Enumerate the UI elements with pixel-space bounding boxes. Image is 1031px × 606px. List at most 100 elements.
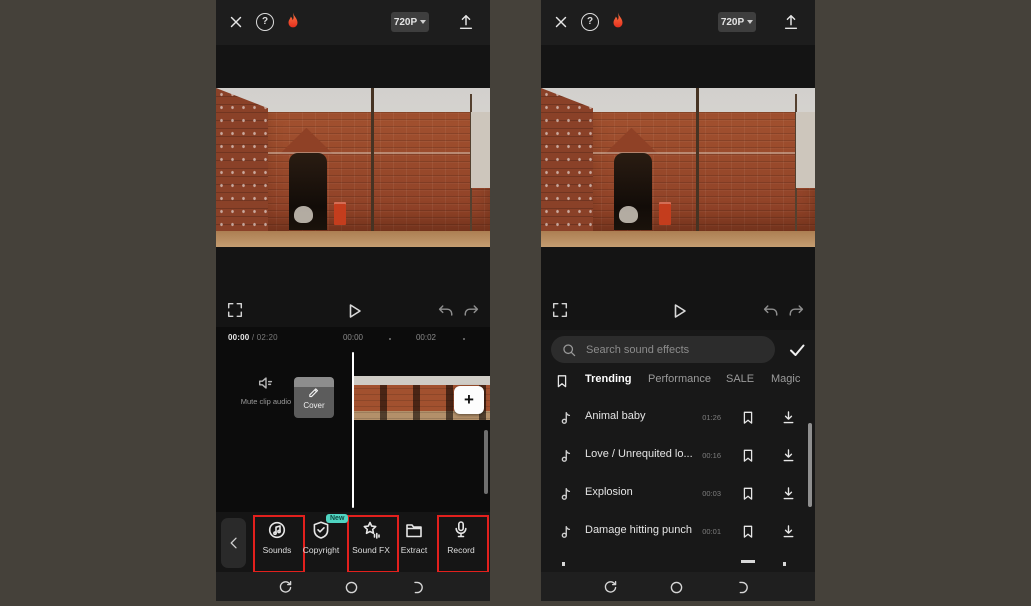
redo-icon[interactable] [463, 302, 481, 320]
video-preview[interactable] [216, 88, 490, 247]
nav-back-icon[interactable] [602, 579, 619, 596]
cover-label: Cover [303, 401, 325, 410]
audio-toolbar: Sounds Copyright Sound FX Extract Record [216, 512, 490, 573]
play-icon[interactable] [344, 300, 364, 322]
download-icon[interactable] [780, 447, 797, 464]
resolution-button[interactable]: 720P [391, 12, 429, 32]
pencil-icon [309, 388, 319, 398]
phone-screenshot-sound-effects: ? 720P Search sound effects Trending Per… [541, 0, 815, 601]
bookmark-icon[interactable] [740, 485, 756, 502]
toolbar-item-copyright[interactable]: Copyright [296, 520, 346, 566]
close-icon[interactable] [227, 13, 245, 31]
distant-light-patch [795, 111, 815, 189]
bookmark-icon[interactable] [740, 523, 756, 540]
ruler-tick: 00:02 [415, 333, 437, 342]
playhead[interactable] [352, 352, 354, 508]
tab-magic[interactable]: Magic [771, 373, 800, 385]
tab-sale[interactable]: SALE [726, 373, 754, 385]
sound-duration: 00:03 [702, 489, 721, 498]
undo-icon[interactable] [761, 302, 779, 320]
sandy-ground [216, 231, 490, 247]
toolbar-item-extract[interactable]: Extract [389, 520, 439, 566]
nav-home-icon[interactable] [668, 579, 685, 596]
wood-pole [370, 88, 375, 232]
confirm-check-icon[interactable] [787, 340, 807, 360]
close-icon[interactable] [552, 13, 570, 31]
sound-list-item[interactable]: Damage hitting punch 00:01 [541, 512, 815, 550]
android-nav-bar [216, 572, 490, 601]
favorites-bookmark-icon[interactable] [554, 372, 570, 390]
flame-icon[interactable] [284, 11, 302, 33]
help-icon[interactable]: ? [581, 13, 599, 31]
add-clip-button[interactable]: + [454, 386, 484, 414]
cover-button[interactable]: Cover [294, 377, 334, 418]
category-tabs: Trending Performance SALE Magic [541, 368, 815, 394]
music-note-icon [561, 412, 571, 424]
play-icon[interactable] [669, 300, 689, 322]
help-icon[interactable]: ? [256, 13, 274, 31]
nav-recents-icon[interactable] [734, 579, 751, 596]
sound-list-item[interactable]: Animal baby 01:26 [541, 398, 815, 436]
sound-name: Animal baby [585, 410, 646, 422]
nav-back-icon[interactable] [277, 579, 294, 596]
fullscreen-icon[interactable] [551, 301, 569, 319]
tab-performance[interactable]: Performance [648, 373, 711, 385]
resolution-label: 720P [720, 16, 745, 28]
mute-clip-audio-label: Mute clip audio [240, 397, 292, 406]
distant-light-patch [470, 111, 490, 189]
fullscreen-icon[interactable] [226, 301, 244, 319]
toolbar-label-sounds: Sounds [262, 545, 292, 555]
nav-recents-icon[interactable] [409, 579, 426, 596]
timeline-scrollbar[interactable] [484, 430, 488, 494]
download-icon[interactable] [780, 485, 797, 502]
timecode-current: 00:00 [228, 333, 250, 342]
sound-duration: 00:16 [702, 451, 721, 460]
bookmark-icon[interactable] [740, 447, 756, 464]
toolbar-back-button[interactable] [221, 518, 246, 568]
resolution-button[interactable]: 720P [718, 12, 756, 32]
mute-clip-audio-button[interactable]: Mute clip audio [234, 375, 298, 406]
partial-row-note [562, 562, 565, 566]
sound-effects-list: Animal baby 01:26 Love / Unrequited lo..… [541, 398, 815, 552]
redo-icon[interactable] [788, 302, 806, 320]
download-icon[interactable] [780, 409, 797, 426]
extract-folder-icon [406, 524, 422, 538]
side-wall [216, 88, 269, 233]
microphone-icon [455, 521, 467, 538]
ruler-tick: 00:00 [342, 333, 364, 342]
bookmark-icon[interactable] [740, 409, 756, 426]
sound-list-item[interactable]: Explosion 00:03 [541, 474, 815, 512]
sound-duration: 00:01 [702, 527, 721, 536]
export-icon[interactable] [457, 12, 475, 32]
tab-trending[interactable]: Trending [585, 373, 631, 385]
top-bar: ? 720P [216, 0, 490, 45]
partial-row-bookmark [741, 560, 755, 563]
sound-name: Love / Unrequited lo... [585, 448, 693, 460]
nav-home-icon[interactable] [343, 579, 360, 596]
player-controls [216, 295, 490, 327]
side-wall [541, 88, 594, 233]
download-icon[interactable] [780, 523, 797, 540]
list-scrollbar[interactable] [808, 423, 812, 507]
phone-screenshot-editor: ? 720P 00:00 / 02:20 00:00 00:02 Mute cl… [216, 0, 490, 601]
search-input[interactable] [584, 342, 765, 357]
partial-row-download [783, 562, 786, 566]
android-nav-bar [541, 572, 815, 601]
video-preview[interactable] [541, 88, 815, 247]
toolbar-item-sounds[interactable]: Sounds [252, 520, 302, 566]
player-controls [541, 295, 815, 327]
undo-icon[interactable] [436, 302, 454, 320]
search-icon [563, 343, 576, 356]
export-icon[interactable] [782, 12, 800, 32]
chevron-left-icon [230, 537, 237, 549]
toolbar-item-record[interactable]: Record [436, 520, 486, 566]
red-cooler [333, 202, 347, 225]
sounds-icon [268, 521, 286, 539]
sound-list-item[interactable]: Love / Unrequited lo... 00:16 [541, 436, 815, 474]
timecode: 00:00 / 02:20 [228, 333, 278, 342]
sound-fx-star-icon [363, 521, 380, 539]
toolbar-label-record: Record [447, 545, 475, 555]
search-bar[interactable] [551, 336, 775, 363]
flame-icon[interactable] [609, 11, 627, 33]
copyright-shield-icon [313, 521, 329, 539]
